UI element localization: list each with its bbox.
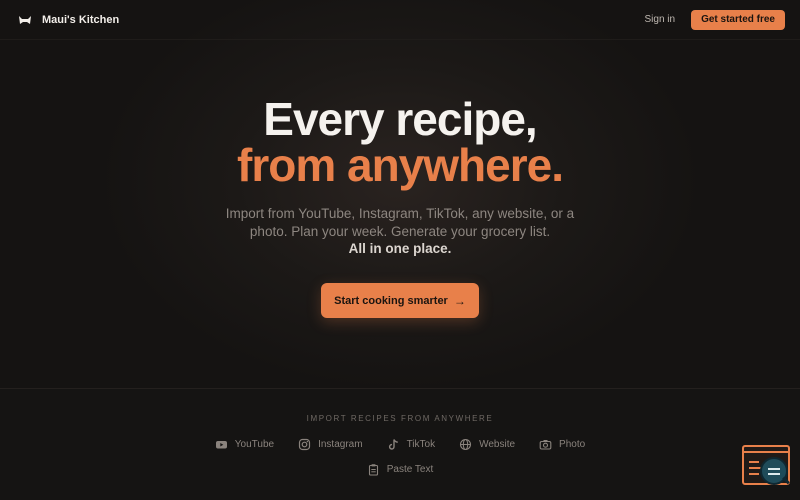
top-nav: Maui's Kitchen Sign in Get started free [0, 0, 800, 40]
source-paste-text[interactable]: Paste Text [367, 463, 434, 476]
source-photo[interactable]: Photo [539, 438, 585, 451]
import-label: IMPORT RECIPES FROM ANYWHERE [306, 414, 494, 423]
source-label: Website [479, 439, 516, 450]
instagram-icon [298, 438, 311, 451]
subtitle-strong: All in one place. [348, 241, 452, 256]
get-started-button[interactable]: Get started free [691, 9, 785, 30]
source-label: Instagram [318, 439, 363, 450]
subtitle-text: Import from YouTube, Instagram, TikTok, … [225, 206, 575, 239]
youtube-icon [215, 441, 227, 449]
widget-line [749, 473, 759, 475]
source-label: Paste Text [386, 464, 434, 475]
hero-subtitle: Import from YouTube, Instagram, TikTok, … [210, 205, 590, 258]
source-label: YouTube [234, 439, 275, 450]
source-tiktok[interactable]: TikTok [387, 438, 436, 451]
source-label: TikTok [406, 439, 436, 450]
widget-line [749, 461, 759, 463]
tiktok-icon [388, 439, 398, 450]
headline-line-1: Every recipe, [263, 93, 537, 145]
sign-in-link[interactable]: Sign in [645, 14, 676, 25]
headline-line-2: from anywhere. [237, 139, 564, 191]
source-list-row-1: YouTube Instagram TikTok Website Photo [0, 438, 800, 451]
start-cooking-button[interactable]: Start cooking smarter → [321, 283, 479, 318]
start-cooking-label: Start cooking smarter [334, 294, 448, 307]
hero-section [0, 0, 800, 388]
source-youtube[interactable]: YouTube [215, 438, 274, 451]
source-instagram[interactable]: Instagram [298, 438, 363, 451]
hero-headline: Every recipe, from anywhere. [0, 96, 800, 188]
globe-icon [460, 438, 472, 451]
brand-name: Maui's Kitchen [42, 13, 120, 26]
source-label: Photo [559, 439, 586, 450]
source-list-row-2: Paste Text [0, 463, 800, 476]
brand[interactable]: Maui's Kitchen [18, 14, 119, 26]
nav-actions: Sign in Get started free [645, 9, 785, 30]
widget-titlebar [744, 447, 788, 453]
source-website[interactable]: Website [459, 438, 515, 451]
cat-logo-icon [19, 15, 31, 24]
import-sources-section: IMPORT RECIPES FROM ANYWHERE YouTube Ins… [0, 388, 800, 500]
arrow-right-icon: → [453, 293, 466, 308]
clipboard-icon [368, 464, 378, 476]
camera-icon [539, 440, 552, 450]
